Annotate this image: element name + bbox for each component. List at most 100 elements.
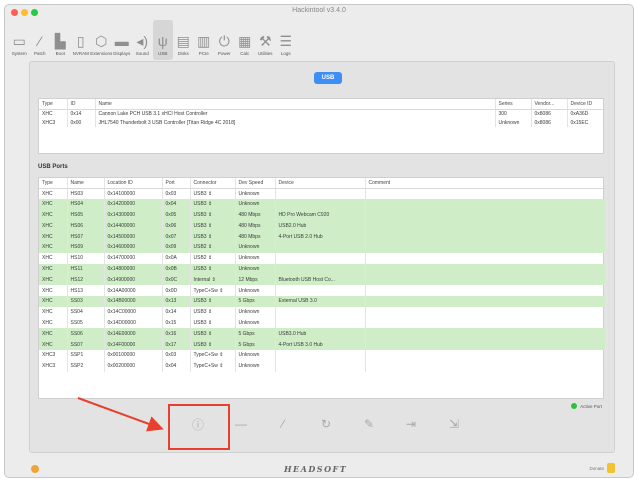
column-header[interactable]: Comment [365,178,606,189]
port-row[interactable]: XHC HS05 0x14300000 0x05 USB3 ⇕ 480 Mbps HD Pr… [39,209,606,221]
column-header[interactable]: Series [495,99,532,110]
table-cell [275,188,366,199]
port-row[interactable]: XHC3 SSP1 0x00100000 0x03 TypeC+Sw ⇕ Unknown [39,349,606,361]
port-row[interactable]: XHC HS12 0x14900000 0x0C Internal ⇕ 12 Mbps Bl… [39,274,606,286]
toolbar-item-utilities[interactable]: ⚒ Utilities [255,20,276,60]
toolbar-item-system[interactable]: ▭ System [9,20,30,60]
table-cell: SSP1 [67,349,105,361]
connector-select[interactable]: USB3 ⇕ [190,198,236,210]
system-icon: ▭ [12,33,26,49]
connector-select[interactable]: USB3 ⇕ [190,306,236,318]
column-header[interactable]: Vendor... [531,99,568,110]
connector-select[interactable]: USB2 ⇕ [190,252,236,264]
table-cell: HS13 [67,285,105,296]
connector-select[interactable]: USB3 ⇕ [190,220,236,232]
disks-icon: ▤ [176,33,190,49]
port-row[interactable]: XHC HS10 0x14700000 0x0A USB2 ⇕ Unknown [39,252,606,264]
column-header[interactable]: Connector [190,178,236,189]
connector-select[interactable]: USB3 ⇕ [190,263,236,275]
column-header[interactable]: Name [67,178,105,189]
column-header[interactable]: ID [67,99,96,110]
export-icon[interactable]: ⇲ [445,415,463,433]
toolbar-item-pcie[interactable]: ▥ PCIe [194,20,215,60]
port-row[interactable]: XHC HS13 0x14A00000 0x0D TypeC+Sw ⇕ Unknown [39,285,606,296]
column-header[interactable]: Port [162,178,191,189]
toolbar-item-extensions[interactable]: ⬡ Extensions [90,20,112,60]
toolbar-item-boot[interactable]: ▙ Boot [50,20,71,60]
connector-select[interactable]: USB3 ⇕ [190,209,236,221]
table-cell: 0x14300000 [104,209,163,221]
table-cell: XHC [39,198,68,210]
table-cell: 0x14 [162,306,191,318]
toolbar-item-patch[interactable]: ⁄ Patch [30,20,51,60]
table-cell: HS06 [67,220,105,232]
port-row[interactable]: XHC SS05 0x14D00000 0x15 USB3 ⇕ Unknown [39,317,606,329]
column-header[interactable]: Device [275,178,366,189]
title-bar: Hackintool v3.4.0 [5,5,633,18]
import-icon[interactable]: ⇥ [402,415,420,433]
connector-select[interactable]: USB3 ⇕ [190,317,236,329]
connector-select[interactable]: USB3 ⇕ [190,188,236,199]
coffee-icon[interactable] [31,465,39,473]
connector-select[interactable]: USB3 ⇕ [190,328,236,340]
column-header[interactable]: Location ID [104,178,163,189]
table-cell: 0x14500000 [104,231,163,242]
toolbar-item-usb[interactable]: ψ USB [152,20,173,60]
column-header[interactable]: Type [39,99,68,110]
port-row[interactable]: XHC3 SSP2 0x00200000 0x04 TypeC+Sw ⇕ Unknown [39,360,606,372]
donate-button[interactable]: Donate [589,463,615,473]
port-row[interactable]: XHC HS07 0x14500000 0x07 USB3 ⇕ 480 Mbps 4-Por… [39,231,606,242]
connector-select[interactable]: USB3 ⇕ [190,295,236,307]
table-cell: 0x14200000 [104,198,163,210]
connector-select[interactable]: TypeC+Sw ⇕ [190,360,236,372]
table-cell: XHC [39,317,68,329]
usb-segment-button[interactable]: USB [314,72,342,84]
table-cell: 0x04 [162,360,191,372]
table-cell: XHC [39,241,68,253]
column-header[interactable]: Dev Speed [235,178,276,189]
port-row[interactable]: XHC HS11 0x14800000 0x0B USB3 ⇕ Unknown [39,263,606,275]
controller-row[interactable]: XHC 0x14 Cannon Lake PCH USB 3.1 xHCI Host… [39,109,606,118]
connector-select[interactable]: Internal ⇕ [190,274,236,286]
port-row[interactable]: XHC SS06 0x14E00000 0x16 USB3 ⇕ 5 Gbps USB3.0 … [39,328,606,340]
table-cell: SS04 [67,306,105,318]
port-row[interactable]: XHC HS03 0x14100000 0x03 USB3 ⇕ Unknown [39,188,606,199]
connector-select[interactable]: USB2 ⇕ [190,241,236,253]
column-header[interactable]: Type [39,178,68,189]
table-cell: HS12 [67,274,105,286]
port-row[interactable]: XHC SS04 0x14C00000 0x14 USB3 ⇕ Unknown [39,306,606,318]
toolbar-item-disks[interactable]: ▤ Disks [173,20,194,60]
port-row[interactable]: XHC SS07 0x14F00000 0x17 USB3 ⇕ 5 Gbps 4-Port … [39,339,606,350]
port-row[interactable]: XHC HS04 0x14200000 0x04 USB3 ⇕ Unknown [39,198,606,210]
column-header[interactable]: Name [95,99,496,110]
table-cell: Unknown [235,188,276,199]
toolbar-item-displays[interactable]: ▬ Displays [112,20,133,60]
port-row[interactable]: XHC HS09 0x14600000 0x09 USB2 ⇕ Unknown [39,241,606,253]
port-row[interactable]: XHC HS06 0x14400000 0x06 USB3 ⇕ 480 Mbps USB2.… [39,220,606,232]
table-cell [275,241,366,253]
controller-row[interactable]: XHC3 0x00 JHL7540 Thunderbolt 3 USB Contro… [39,118,606,127]
toolbar-item-label: USB [158,51,168,56]
column-header[interactable]: Device ID [567,99,606,110]
table-cell [365,209,606,221]
toolbar-item-calc[interactable]: ▦ Calc [235,20,256,60]
connector-select[interactable]: USB3 ⇕ [190,339,236,350]
toolbar-item-nvram[interactable]: ▯ NVRAM [71,20,92,60]
table-cell: HS04 [67,198,105,210]
connector-select[interactable]: TypeC+Sw ⇕ [190,285,236,296]
refresh-icon[interactable]: ↻ [317,415,335,433]
connector-select[interactable]: TypeC+Sw ⇕ [190,349,236,361]
toolbar-item-power[interactable]: ⏻ Power [214,20,235,60]
port-row[interactable]: XHC SS03 0x14B00000 0x13 USB3 ⇕ 5 Gbps Externa… [39,295,606,307]
connector-select[interactable]: USB3 ⇕ [190,231,236,242]
remove-icon[interactable]: — [232,415,250,433]
clean-icon[interactable]: ⁄ [274,415,292,433]
toolbar-item-sound[interactable]: ◂) Sound [132,20,153,60]
table-cell [275,306,366,318]
table-cell: XHC [39,295,68,307]
donate-icon [607,463,615,473]
toolbar-item-logs[interactable]: ☰ Logs [276,20,297,60]
table-cell: Unknown [235,241,276,253]
edit-icon[interactable]: ✎ [360,415,378,433]
highlight-annotation [168,404,230,450]
